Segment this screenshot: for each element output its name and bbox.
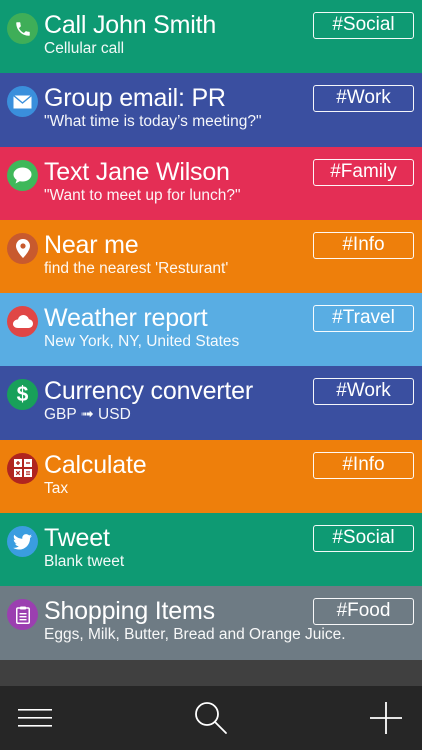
list-icon	[7, 599, 38, 631]
item-tag-button[interactable]: #Social	[313, 525, 414, 553]
item-subtitle: "Want to meet up for lunch?"	[44, 186, 241, 204]
item-title: Tweet	[44, 524, 110, 553]
item-subtitle: GBP ➟ USD	[44, 406, 131, 424]
list-item-weather-report[interactable]: Weather report New York, NY, United State…	[0, 293, 422, 367]
map-pin-icon	[7, 232, 38, 264]
list-item-tweet[interactable]: Tweet Blank tweet #Social	[0, 513, 422, 587]
item-title: Near me	[44, 230, 139, 259]
item-subtitle: Blank tweet	[44, 553, 125, 571]
item-title: Group email: PR	[44, 84, 226, 113]
list-item-call-john-smith[interactable]: Call John Smith Cellular call #Social	[0, 0, 422, 74]
item-tag-button[interactable]: #Travel	[313, 305, 414, 333]
phone-icon	[7, 13, 38, 44]
add-button[interactable]	[364, 696, 408, 740]
hamburger-menu-icon	[18, 709, 52, 727]
item-subtitle: find the nearest 'Resturant'	[44, 259, 229, 277]
item-tag-button[interactable]: #Info	[313, 451, 414, 479]
chat-bubble-icon	[7, 159, 38, 191]
item-tag-button[interactable]: #Social	[313, 12, 414, 39]
item-title: Weather report	[44, 304, 208, 333]
list-item-shopping-items[interactable]: Shopping Items Eggs, Milk, Butter, Bread …	[0, 586, 422, 660]
item-title: Call John Smith	[44, 11, 217, 39]
item-tag-button[interactable]: #Info	[313, 231, 414, 259]
menu-button[interactable]	[13, 696, 57, 740]
item-subtitle: "What time is today’s meeting?"	[44, 113, 262, 131]
item-tag-button[interactable]: #Food	[313, 598, 414, 626]
item-title: Text Jane Wilson	[44, 157, 230, 186]
item-title: Currency converter	[44, 377, 253, 406]
item-tag-button[interactable]: #Family	[313, 158, 414, 186]
dollar-icon: $	[7, 379, 38, 411]
item-subtitle: Tax	[44, 479, 69, 497]
item-subtitle: Cellular call	[44, 40, 125, 57]
item-tag-button[interactable]: #Work	[313, 378, 414, 406]
item-title: Calculate	[44, 450, 147, 479]
cloud-icon	[7, 306, 38, 338]
list-item-group-email-pr[interactable]: Group email: PR "What time is today’s mee…	[0, 73, 422, 147]
search-icon	[195, 702, 227, 734]
calculator-icon	[7, 452, 38, 484]
item-tag-button[interactable]: #Work	[313, 85, 414, 113]
item-title: Shopping Items	[44, 597, 215, 626]
plus-icon	[370, 702, 402, 734]
list-item-calculate[interactable]: Calculate Tax #Info	[0, 439, 422, 514]
bottom-toolbar	[0, 686, 422, 750]
list-item-currency-converter[interactable]: $ Currency converter GBP ➟ USD #Work	[0, 366, 422, 440]
action-list: Call John Smith Cellular call #Social Group…	[0, 0, 422, 660]
list-item-text-jane-wilson[interactable]: Text Jane Wilson "Want to meet up for lun…	[0, 146, 422, 220]
mail-icon	[7, 86, 38, 118]
list-footer-gap	[0, 660, 422, 686]
list-item-near-me[interactable]: Near me find the nearest 'Resturant' #Info	[0, 219, 422, 294]
item-subtitle: Eggs, Milk, Butter, Bread and Orange Jui…	[44, 626, 346, 644]
twitter-bird-icon	[7, 526, 38, 558]
item-subtitle: New York, NY, United States	[44, 333, 240, 351]
search-button[interactable]	[189, 696, 233, 740]
